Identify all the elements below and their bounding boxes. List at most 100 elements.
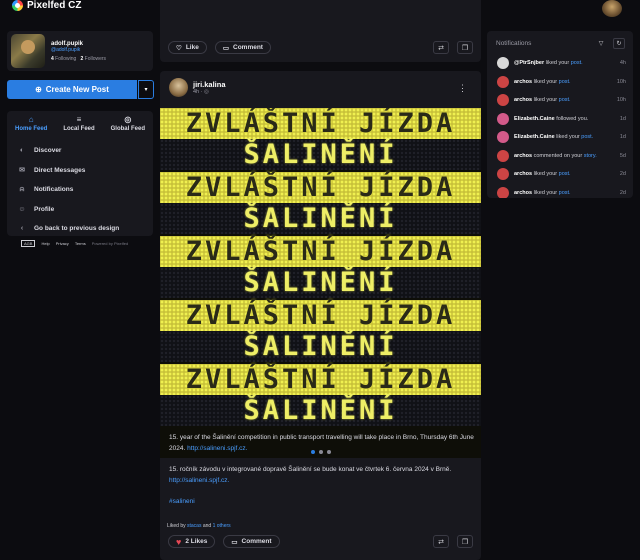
notification-target[interactable]: post. xyxy=(559,97,571,103)
notification-target[interactable]: post. xyxy=(571,60,583,66)
notifications-header: Notifications ▽ ↻ xyxy=(487,31,633,54)
notification-action: liked your xyxy=(533,78,558,85)
notification-item[interactable]: archos liked your post. 10h xyxy=(487,73,633,92)
user-avatar[interactable] xyxy=(602,0,622,17)
media-line: ŠALINĚNÍ xyxy=(160,203,481,234)
post-author-avatar[interactable] xyxy=(169,78,188,97)
share-button[interactable]: ⇄ xyxy=(433,41,449,54)
notification-action: commented on your xyxy=(533,152,583,159)
notification-action: liked your xyxy=(545,60,570,67)
tab-local-feed[interactable]: ≡ Local Feed xyxy=(63,116,94,137)
footer-terms-link[interactable]: Terms xyxy=(75,241,86,246)
footer-powered-by[interactable]: Powered by Pixelfed xyxy=(92,241,128,246)
liked-by-others[interactable]: 1 others xyxy=(213,523,231,529)
notification-avatar[interactable] xyxy=(497,57,509,70)
nav-item-notifications[interactable]: ⍾ Notifications xyxy=(7,180,153,200)
post-card: jiri.kalina 4h · ◎ ⋮ ZVLÁŠTNÍ JÍZDA ŠALI… xyxy=(160,71,481,560)
notification-avatar[interactable] xyxy=(497,186,509,198)
notification-item[interactable]: Elizabeth.Caine liked your post. 1d xyxy=(487,128,633,147)
following-label[interactable]: Following xyxy=(55,56,76,62)
post-media[interactable]: ZVLÁŠTNÍ JÍZDA ŠALINĚNÍ ZVLÁŠTNÍ JÍZDA Š… xyxy=(160,108,481,458)
create-post-dropdown[interactable]: ▾ xyxy=(138,80,154,99)
notification-action: followed you. xyxy=(556,115,589,122)
caption-link[interactable]: http://salineni.spjf.cz. xyxy=(187,445,247,452)
notification-avatar[interactable] xyxy=(497,94,509,107)
notification-item[interactable]: archos liked your post. 2d xyxy=(487,184,633,198)
notification-time: 1d xyxy=(619,115,626,122)
sidebar-footer: AGB Help Privacy Terms Powered by Pixelf… xyxy=(21,240,128,247)
create-post-label: Create New Post xyxy=(45,85,109,94)
post-header: jiri.kalina 4h · ◎ xyxy=(169,78,226,97)
notification-target[interactable]: post. xyxy=(559,171,571,177)
caption-link-cz[interactable]: http://salineni.spjf.cz. xyxy=(169,477,229,484)
nav-item-direct-messages[interactable]: ✉ Direct Messages xyxy=(7,161,153,181)
create-post-button[interactable]: ⊕ Create New Post xyxy=(7,80,137,99)
previous-post-actions: ♡ Like ▭ Comment ⇄ ❐ xyxy=(168,41,473,54)
notification-user[interactable]: @PtrSnjber xyxy=(514,60,544,66)
filter-button[interactable]: ▽ xyxy=(595,38,607,49)
post-author[interactable]: jiri.kalina xyxy=(193,80,226,89)
notification-text: archos liked your post. xyxy=(514,79,612,85)
tab-home-feed[interactable]: ⌂ Home Feed xyxy=(15,116,47,137)
media-line: ZVLÁŠTNÍ JÍZDA xyxy=(160,172,481,203)
followers-label[interactable]: Followers xyxy=(85,56,106,62)
tab-global-feed[interactable]: ◎ Global Feed xyxy=(111,116,145,137)
notification-item[interactable]: Elizabeth.Caine followed you. 1d xyxy=(487,110,633,129)
notification-item[interactable]: archos liked your post. 10h xyxy=(487,91,633,110)
profile-handle[interactable]: @adolf.pupik xyxy=(51,47,106,53)
media-line: ŠALINĚNÍ xyxy=(160,395,481,426)
previous-post-card: ♡ Like ▭ Comment ⇄ ❐ xyxy=(160,0,481,62)
post-menu-button[interactable]: ⋮ xyxy=(458,83,467,94)
bookmark-button[interactable]: ❐ xyxy=(457,41,473,54)
footer-badge[interactable]: AGB xyxy=(21,240,36,247)
notification-user[interactable]: archos xyxy=(514,79,532,85)
app-logo[interactable]: Pixelfed CZ xyxy=(12,0,81,11)
profile-avatar[interactable] xyxy=(11,34,45,68)
notification-time: 4h xyxy=(619,60,626,67)
comment-icon: ▭ xyxy=(222,44,229,52)
notification-time: 5d xyxy=(619,152,626,159)
notification-target[interactable]: post. xyxy=(581,134,593,140)
notification-target[interactable]: post. xyxy=(559,79,571,85)
notification-avatar[interactable] xyxy=(497,131,509,144)
liked-by-user[interactable]: stacas xyxy=(187,523,201,529)
notification-item[interactable]: archos commented on your story. 5d xyxy=(487,147,633,166)
footer-privacy-link[interactable]: Privacy xyxy=(56,241,69,246)
notification-target[interactable]: story. xyxy=(584,153,597,159)
notification-user[interactable]: archos xyxy=(514,171,532,177)
notification-target[interactable]: post. xyxy=(559,190,571,196)
heart-outline-icon: ♡ xyxy=(176,44,182,52)
nav-item-profile[interactable]: ☺ Profile xyxy=(7,200,153,220)
notification-user[interactable]: archos xyxy=(514,190,532,196)
comment-button[interactable]: ▭ Comment xyxy=(214,41,271,54)
notification-item[interactable]: archos liked your post. 2d xyxy=(487,165,633,184)
notification-text: Elizabeth.Caine followed you. xyxy=(514,116,615,122)
nav-item-discover[interactable]: ◐ Discover xyxy=(7,141,153,161)
notification-user[interactable]: archos xyxy=(514,97,532,103)
notification-avatar[interactable] xyxy=(497,149,509,162)
globe-icon: ◎ xyxy=(124,115,132,124)
notification-item[interactable]: @PtrSnjber liked your post. 4h xyxy=(487,54,633,73)
notification-avatar[interactable] xyxy=(497,112,509,125)
notification-avatar[interactable] xyxy=(497,75,509,88)
share-button[interactable]: ⇄ xyxy=(433,535,449,548)
comment-button[interactable]: ▭ Comment xyxy=(223,535,280,548)
footer-help-link[interactable]: Help xyxy=(41,241,49,246)
notification-text: archos liked your post. xyxy=(514,190,615,196)
notification-user[interactable]: Elizabeth.Caine xyxy=(514,134,555,140)
hashtag-link[interactable]: #salineni xyxy=(169,498,195,505)
nav-item-previous-design[interactable]: ‹ Go back to previous design xyxy=(7,219,153,239)
like-button[interactable]: ♥ 2 Likes xyxy=(168,535,216,548)
media-line: ZVLÁŠTNÍ JÍZDA xyxy=(160,108,481,139)
notification-avatar[interactable] xyxy=(497,168,509,181)
post-time[interactable]: 4h xyxy=(193,89,199,95)
bookmark-button[interactable]: ❐ xyxy=(457,535,473,548)
notification-user[interactable]: archos xyxy=(514,153,532,159)
navigation-card: ⌂ Home Feed ≡ Local Feed ◎ Global Feed ◐… xyxy=(7,111,153,236)
like-button[interactable]: ♡ Like xyxy=(168,41,207,54)
post-actions: ♥ 2 Likes ▭ Comment ⇄ ❐ xyxy=(168,535,473,548)
plus-circle-icon: ⊕ xyxy=(35,85,42,94)
media-line: ŠALINĚNÍ xyxy=(160,267,481,298)
refresh-button[interactable]: ↻ xyxy=(613,38,625,49)
notification-user[interactable]: Elizabeth.Caine xyxy=(514,116,555,122)
